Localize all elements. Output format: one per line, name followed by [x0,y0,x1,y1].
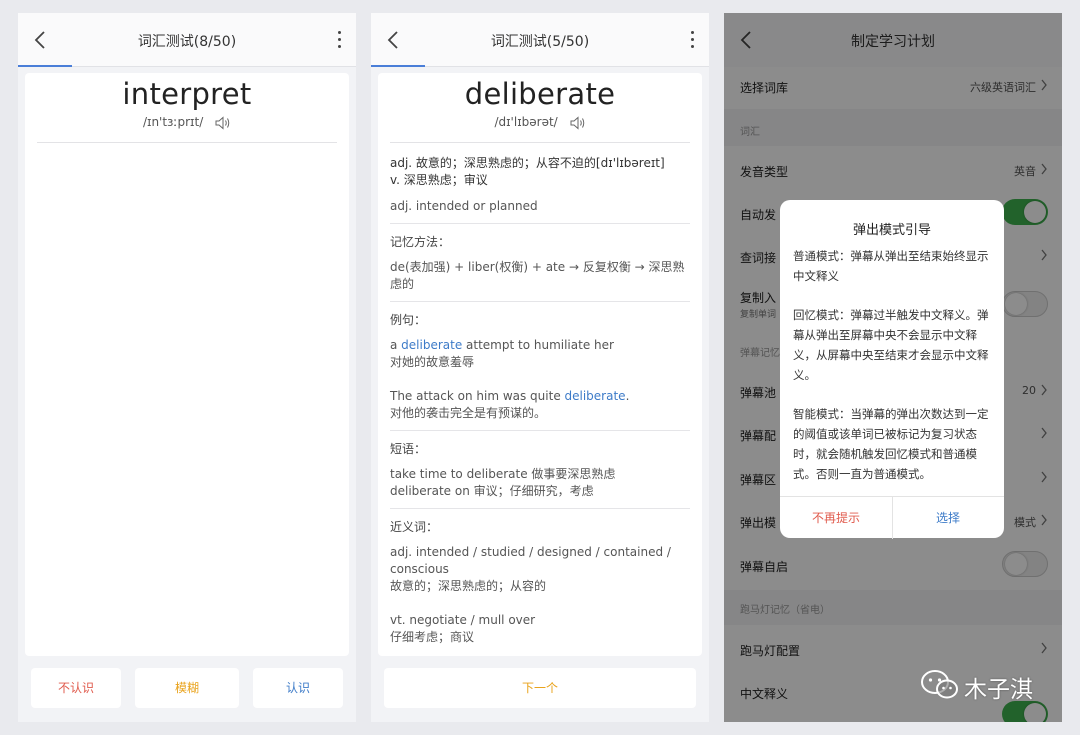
phrase-item: deliberate on 审议；仔细研究，考虑 [390,483,594,498]
synonym-translation: 仔细考虑；商议 [390,629,475,644]
definition-line: v. 深思熟虑；审议 [390,172,488,187]
known-button[interactable]: 认识 [253,668,343,708]
synonym-line: vt. negotiate / mull over [390,612,536,627]
definition-section: adj. 故意的；深思熟虑的；从容不迫的[dɪ'lɪbəreɪt] v. 深思熟… [378,155,702,215]
watermark: 木子淇 [920,668,1033,704]
memory-text: de(表加强) + liber(权衡) + ate → 反复权衡 → 深思熟虑的 [390,259,685,291]
screen-vocab-test-1: 词汇测试(8/50) interpret /ɪn'tɜːprɪt/ 不认识 模糊… [18,13,356,722]
watermark-text: 木子淇 [964,677,1033,703]
progress-indicator [18,65,72,67]
example-sentence: a deliberate attempt to humiliate her [390,337,614,352]
dialog-paragraph: 回忆模式：弹幕过半触发中文释义。弹幕从弹出至屏幕中央不会显示中文释义，从屏幕中央… [793,308,989,382]
synonym-line: adj. intended / studied / designed / con… [390,544,671,576]
page-title: 词汇测试(8/50) [137,34,237,50]
speaker-icon[interactable] [215,115,231,130]
example-translation: 对他的袭击完全是有预谋的。 [390,405,547,420]
phonetic-text: /dɪ'lɪbərət/ [494,115,558,129]
phonetic-line: /ɪn'tɜːprɪt/ [25,115,349,130]
top-bar: 词汇测试(5/50) [371,13,709,67]
dialog-title: 弹出模式引导 [852,223,931,238]
screen-study-plan: 制定学习计划 选择词库 六级英语词汇 词汇 发音类型 英音 自动发 查词接 复制… [724,13,1062,722]
phonetic-text: /ɪn'tɜːprɪt/ [142,115,204,129]
top-bar: 词汇测试(8/50) [18,13,356,67]
vague-button[interactable]: 模糊 [135,668,239,708]
phrases-section: 短语： take time to deliberate 做事要深思熟虑 deli… [378,440,702,500]
more-options-icon[interactable] [336,31,342,51]
progress-indicator [371,65,425,67]
section-title: 例句： [390,312,427,327]
wechat-icon [921,670,958,699]
synonym-translation: 故意的；深思熟虑的；从容的 [390,578,547,593]
synonyms-section: 近义词： adj. intended / studied / designed … [378,518,702,646]
dialog-footer: 不再提示 选择 [780,496,1004,539]
popup-mode-dialog: 弹出模式引导 普通模式：弹幕从弹出至结束始终显示中文释义 回忆模式：弹幕过半触发… [780,200,1004,539]
dialog-paragraph: 智能模式：当弹幕的弹出次数达到一定的阈值或该单词已被标记为复习状态时，就会随机触… [793,407,989,481]
page-title: 词汇测试(5/50) [490,34,590,50]
highlighted-word: deliberate [401,337,463,352]
examples-section: 例句： a deliberate attempt to humiliate he… [378,311,702,422]
unknown-button[interactable]: 不认识 [31,668,121,708]
phrase-item: take time to deliberate 做事要深思熟虑 [390,466,616,481]
word-text: interpret [122,77,252,111]
example-sentence: The attack on him was quite deliberate. [390,388,630,403]
screen-vocab-test-2: 词汇测试(5/50) deliberate /dɪ'lɪbərət/ adj. … [371,13,709,722]
phonetic-line: /dɪ'lɪbərət/ [378,115,702,130]
word-text: deliberate [464,77,616,111]
next-button[interactable]: 下一个 [384,668,696,708]
dont-remind-button[interactable]: 不再提示 [780,497,892,539]
speaker-icon[interactable] [570,115,586,130]
example-translation: 对她的故意羞辱 [390,354,475,369]
choose-button[interactable]: 选择 [892,497,1004,539]
dialog-paragraph: 普通模式：弹幕从弹出至结束始终显示中文释义 [793,249,989,283]
section-title: 短语： [390,441,427,456]
more-options-icon[interactable] [689,31,695,51]
word-card[interactable]: deliberate /dɪ'lɪbərət/ adj. 故意的；深思熟虑的；从… [378,73,702,656]
section-title: 近义词： [390,519,439,534]
section-title: 记忆方法： [390,234,451,249]
answer-buttons: 不认识 模糊 认识 [18,668,356,708]
word-card: interpret /ɪn'tɜːprɪt/ [25,73,349,656]
definition-line: adj. 故意的；深思熟虑的；从容不迫的[dɪ'lɪbəreɪt] [390,155,665,170]
memory-section: 记忆方法： de(表加强) + liber(权衡) + ate → 反复权衡 →… [378,233,702,293]
dialog-body: 普通模式：弹幕从弹出至结束始终显示中文释义 回忆模式：弹幕过半触发中文释义。弹幕… [780,246,1004,484]
next-button-row: 下一个 [371,668,709,708]
highlighted-word: deliberate [564,388,626,403]
english-definition: adj. intended or planned [390,198,538,213]
